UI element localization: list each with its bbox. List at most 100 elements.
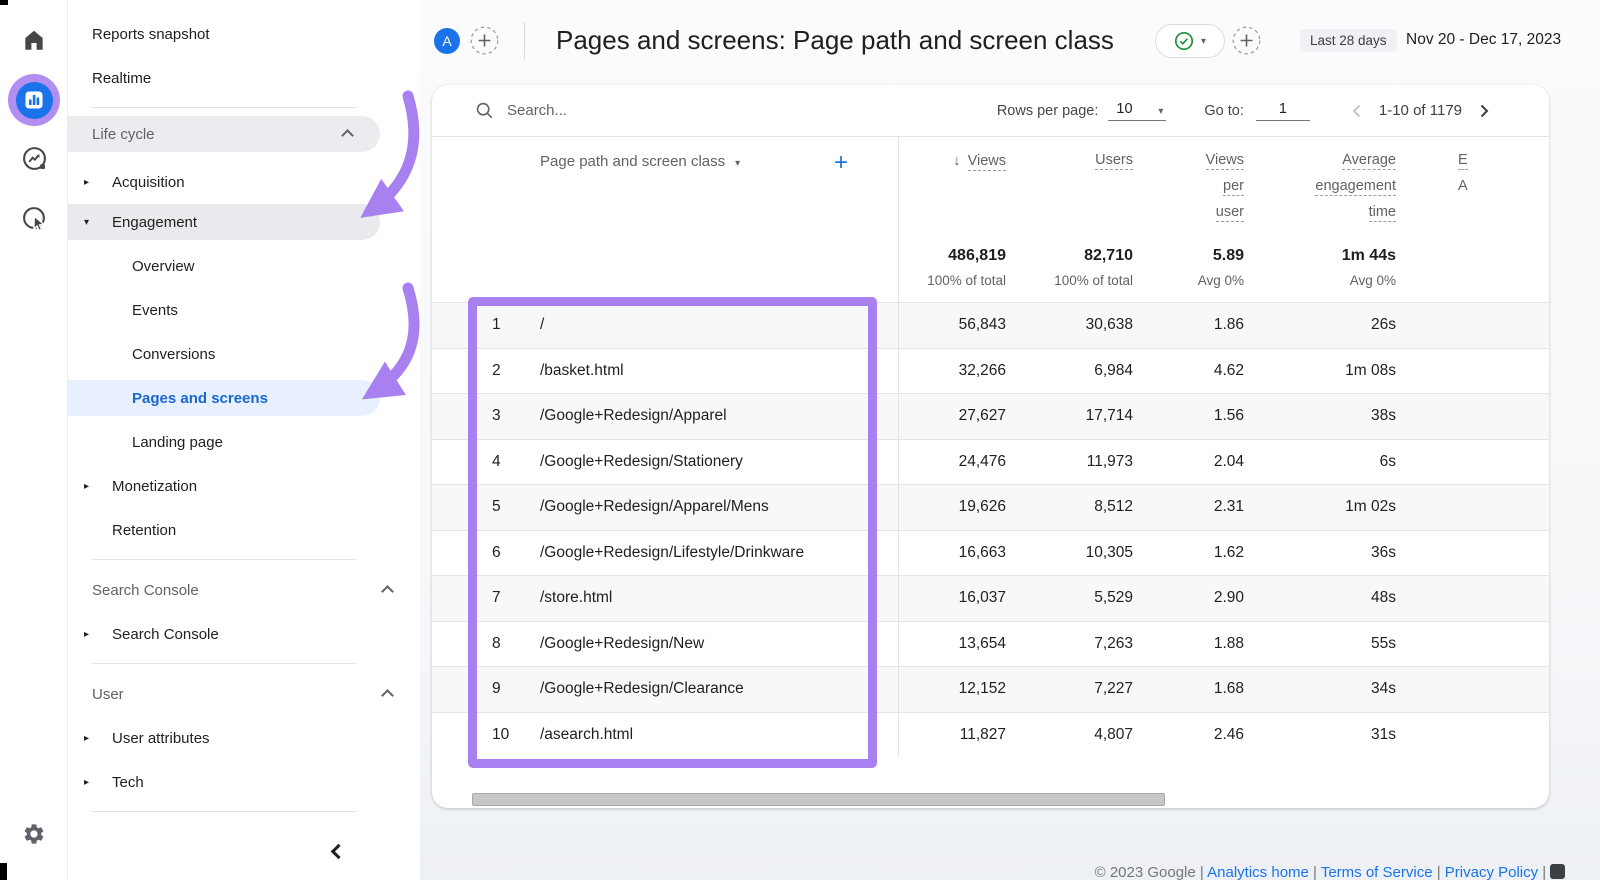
app-rail <box>0 0 68 880</box>
sidebar-item-life-cycle[interactable]: Life cycle <box>68 116 380 152</box>
horizontal-scrollbar-thumb[interactable] <box>472 793 1165 806</box>
sidebar-item-monetization[interactable]: ▸ Monetization <box>68 464 420 508</box>
sidebar-item-search-console-header[interactable]: Search Console <box>68 568 420 612</box>
chevron-down-icon[interactable]: ▾ <box>735 158 740 169</box>
sidebar-item-reports-snapshot[interactable]: Reports snapshot <box>68 12 420 56</box>
avatar[interactable]: A <box>434 28 460 54</box>
sidebar-divider <box>92 107 356 108</box>
next-page-button[interactable] <box>1475 102 1493 120</box>
rows-per-page-value: 10 <box>1116 100 1133 117</box>
sidebar-divider <box>92 663 356 664</box>
collapse-sidebar-button[interactable] <box>318 836 358 866</box>
table-search[interactable] <box>475 101 775 120</box>
column-header-label: Views <box>967 153 1006 171</box>
row-dimension-cell: 7/store.html <box>432 589 898 607</box>
sidebar-item-label: Realtime <box>92 69 152 87</box>
cell-avg_engagement_time: 34s <box>1371 680 1396 698</box>
expand-arrow-icon: ▸ <box>84 732 90 744</box>
table-row: 1/56,843 30,638 1.86 26s <box>432 302 1549 348</box>
footer-copyright: © 2023 Google <box>1094 864 1196 881</box>
cell-users: 5,529 <box>1094 589 1133 607</box>
sidebar-item-label: Retention <box>112 521 177 539</box>
dashed-plus-icon <box>470 26 499 55</box>
column-header-views[interactable]: ↓ Views <box>898 149 1006 227</box>
rows-per-page-label: Rows per page: <box>996 102 1099 119</box>
column-header-label: per <box>1223 178 1244 196</box>
dimension-header-dropdown[interactable]: Page path and screen class <box>540 153 725 170</box>
sidebar-item-conversions[interactable]: Conversions <box>68 332 420 376</box>
date-range-value[interactable]: Nov 20 - Dec 17, 2023 <box>1406 31 1561 49</box>
sidebar-item-label: Search Console <box>92 581 199 599</box>
sidebar-item-search-console[interactable]: ▸ Search Console <box>68 612 420 656</box>
screenshot-corner-artifact <box>0 863 7 880</box>
sidebar-item-tech[interactable]: ▸ Tech <box>68 760 420 804</box>
sidebar-nav: Reports snapshot Realtime Life cycle ▸ Acqui… <box>68 12 420 812</box>
nav-advertising-button[interactable] <box>0 205 68 232</box>
column-header-views-per-user[interactable]: Views per user <box>1133 149 1244 227</box>
nav-explore-button[interactable] <box>0 145 68 172</box>
add-comparison-button[interactable] <box>470 26 499 60</box>
sidebar-item-pages-and-screens[interactable]: Pages and screens <box>68 380 380 416</box>
sidebar-item-retention[interactable]: Retention <box>68 508 420 552</box>
column-header-avg-engagement-time[interactable]: Average engagement time <box>1244 149 1396 227</box>
table-row: 8/Google+Redesign/New 13,654 7,263 1.88 55s <box>432 620 1549 667</box>
sort-descending-icon: ↓ <box>953 152 961 169</box>
table-header: Page path and screen class ▾ + ↓ Views Use… <box>432 137 1549 302</box>
rows-per-page-select[interactable]: 10 ▾ <box>1108 100 1167 121</box>
add-report-button[interactable] <box>1232 26 1261 60</box>
sidebar-item-realtime[interactable]: Realtime <box>68 56 420 100</box>
cell-views_per_user: 2.04 <box>1213 452 1244 470</box>
footer-link[interactable]: Privacy Policy <box>1445 864 1538 881</box>
goto-page-input[interactable]: 1 <box>1255 101 1310 121</box>
chevron-up-icon <box>341 129 354 142</box>
header-divider <box>524 22 525 60</box>
row-index: 8 <box>492 634 501 652</box>
nav-home-button[interactable] <box>0 27 68 53</box>
add-dimension-button[interactable]: + <box>834 151 848 175</box>
row-index: 1 <box>492 316 501 334</box>
nav-reports-button[interactable] <box>0 74 68 126</box>
column-header-event-count-clipped[interactable]: EA <box>1396 149 1549 227</box>
cell-views: 11,827 <box>959 725 1006 743</box>
column-header-label: E <box>1458 152 1468 170</box>
row-page-path: /Google+Redesign/Apparel <box>540 407 727 425</box>
cell-empty <box>1396 635 1549 653</box>
goto-label: Go to: <box>1204 102 1244 119</box>
sidebar-item-overview[interactable]: Overview <box>68 244 420 288</box>
column-header-label: Average <box>1342 152 1396 170</box>
expand-arrow-icon: ▸ <box>84 480 90 492</box>
row-dimension-cell: 8/Google+Redesign/New <box>432 635 898 653</box>
sidebar-item-user-attributes[interactable]: ▸ User attributes <box>68 716 420 760</box>
sidebar-item-user-header[interactable]: User <box>68 672 420 716</box>
row-index: 7 <box>492 589 501 607</box>
sidebar-item-label: User attributes <box>112 729 210 747</box>
sidebar-item-landing-page[interactable]: Landing page <box>68 420 420 464</box>
cell-views: 32,266 <box>958 361 1006 379</box>
previous-page-button[interactable] <box>1348 102 1366 120</box>
column-divider <box>898 137 899 757</box>
sidebar-item-engagement[interactable]: ▾ Engagement <box>68 204 380 240</box>
nav-admin-button[interactable] <box>0 822 68 846</box>
table-row: 2/basket.html 32,266 6,984 4.62 1m 08s <box>432 347 1549 394</box>
cell-empty <box>1396 362 1549 380</box>
sidebar-item-label: Monetization <box>112 477 198 495</box>
report-status-pill[interactable]: ▾ <box>1155 24 1225 58</box>
cell-views_per_user: 2.90 <box>1213 589 1244 607</box>
footer-link[interactable]: Analytics home <box>1207 864 1309 881</box>
cell-avg_engagement_time: 48s <box>1371 589 1396 607</box>
column-header-label: time <box>1368 204 1396 222</box>
home-icon <box>25 30 43 50</box>
column-header-users[interactable]: Users <box>1006 149 1133 227</box>
date-range-label[interactable]: Last 28 days <box>1300 29 1397 52</box>
sidebar-item-acquisition[interactable]: ▸ Acquisition <box>68 160 420 204</box>
cell-avg_engagement_time: 1m 08s <box>1345 361 1396 379</box>
cell-empty <box>1396 453 1549 471</box>
search-input[interactable] <box>507 102 727 119</box>
footer-link[interactable]: Terms of Service <box>1321 864 1433 881</box>
sidebar-item-events[interactable]: Events <box>68 288 420 332</box>
table-row: 3/Google+Redesign/Apparel 27,627 17,714 1.5… <box>432 393 1549 439</box>
row-page-path: /Google+Redesign/New <box>540 634 705 652</box>
chevron-left-icon <box>330 843 346 859</box>
column-header-label: Views <box>1205 152 1244 170</box>
cell-users: 7,263 <box>1094 634 1133 652</box>
